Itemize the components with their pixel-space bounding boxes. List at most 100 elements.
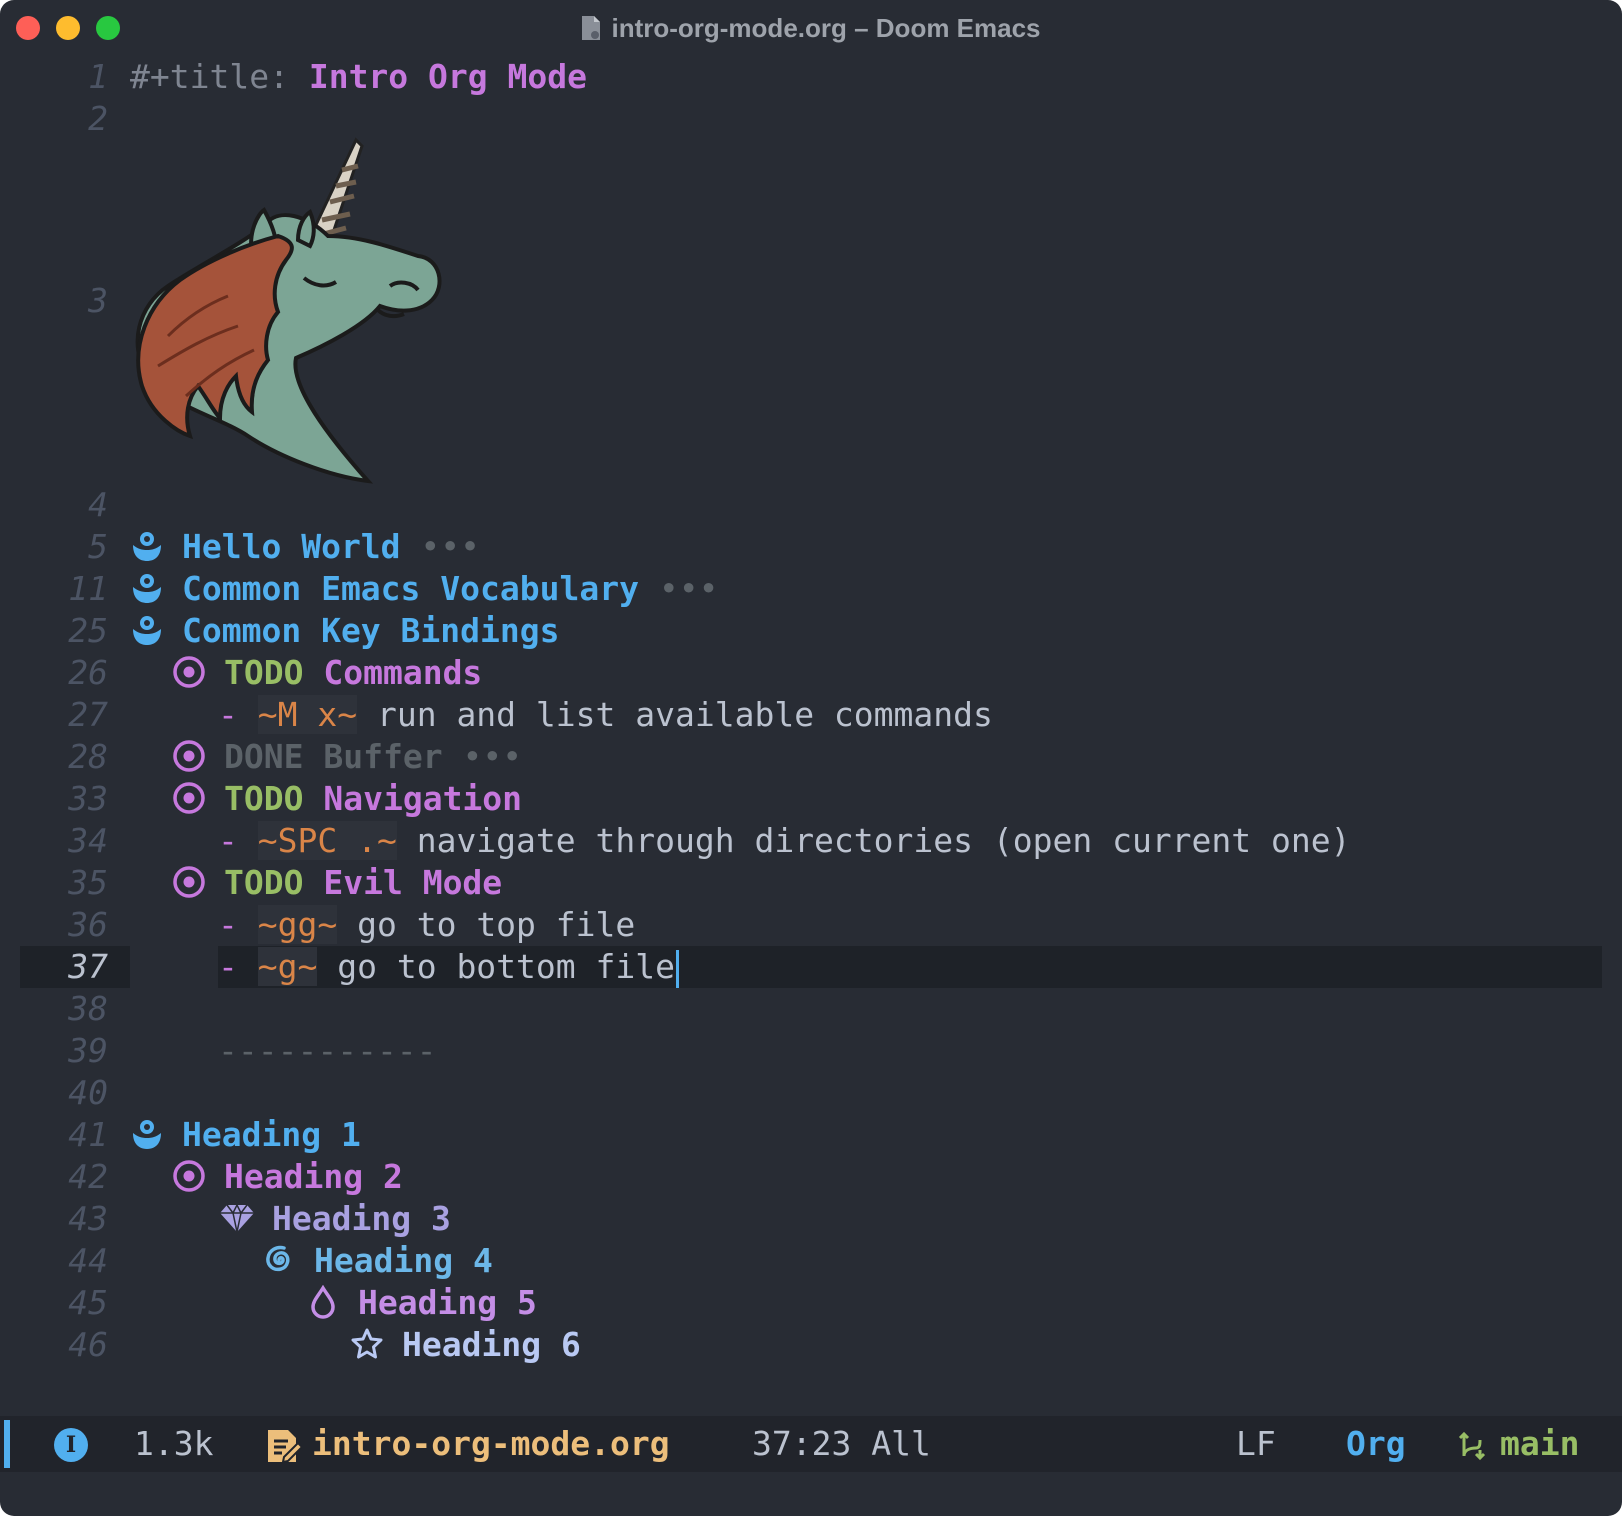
git-branch[interactable]: main	[1500, 1416, 1579, 1472]
line-number: 4	[88, 485, 108, 524]
heading-commands[interactable]: Commands	[323, 653, 482, 692]
line-number: 39	[68, 1031, 108, 1070]
drop-icon	[311, 1284, 335, 1319]
modeline-bar	[4, 1420, 10, 1468]
document-title: Intro Org Mode	[308, 57, 587, 96]
list-bullet: -	[218, 821, 238, 860]
heading-1[interactable]: Heading 1	[182, 1115, 361, 1154]
buffer-line[interactable]: 25 Common Key Bindings	[0, 610, 1622, 652]
fold-ellipsis[interactable]: •••	[462, 737, 522, 776]
h2-bullet-icon	[173, 865, 205, 898]
todo-keyword[interactable]: TODO	[224, 653, 303, 692]
inline-code: ~M x~	[257, 695, 358, 734]
buffer-line[interactable]: 42 Heading 2	[0, 1156, 1622, 1198]
line-number: 26	[68, 653, 108, 692]
heading-evil-mode[interactable]: Evil Mode	[323, 863, 502, 902]
line-number: 42	[68, 1157, 108, 1196]
buffer-line[interactable]: 35 TODO Evil Mode	[0, 862, 1622, 904]
buffer-line[interactable]: 45 Heading 5	[0, 1282, 1622, 1324]
line-number: 38	[68, 989, 108, 1028]
inline-code: ~gg~	[257, 905, 338, 944]
h1-bullet-icon	[133, 531, 161, 561]
minimize-button[interactable]	[56, 16, 80, 40]
h2-bullet-icon	[173, 781, 205, 814]
git-branch-icon	[1458, 1431, 1486, 1461]
heading-4[interactable]: Heading 4	[314, 1241, 493, 1280]
buffer-line[interactable]: 34 - ~SPC .~ navigate through directorie…	[0, 820, 1622, 862]
line-number: 27	[68, 695, 108, 734]
list-bullet: -	[218, 905, 238, 944]
h2-bullet-icon	[173, 1159, 205, 1192]
buffer-line[interactable]: 33 TODO Navigation	[0, 778, 1622, 820]
heading-buffer[interactable]: Buffer	[323, 737, 442, 776]
list-item-text: go to top file	[357, 905, 636, 944]
fold-ellipsis[interactable]: •••	[420, 527, 480, 566]
mode-line: I 1.3k intro-org-mode.org 37:23 All LF O…	[0, 1416, 1622, 1472]
current-buffer-line[interactable]: 37 - ~g~ go to bottom file	[0, 946, 1622, 988]
star-icon	[351, 1328, 383, 1358]
title-bar: intro-org-mode.org – Doom Emacs	[0, 0, 1622, 56]
buffer-line[interactable]: 27 - ~M x~ run and list available comman…	[0, 694, 1622, 736]
buffer-line[interactable]: 39 -----------	[0, 1030, 1622, 1072]
buffer-filename[interactable]: intro-org-mode.org	[312, 1416, 670, 1472]
buffer-line[interactable]: 2	[0, 98, 1622, 140]
buffer-line[interactable]: 5 Hello World •••	[0, 526, 1622, 568]
line-number: 34	[68, 821, 108, 860]
heading-hello-world[interactable]: Hello World	[182, 527, 401, 566]
buffer-line[interactable]: 1 #+title: Intro Org Mode	[0, 56, 1622, 98]
todo-keyword[interactable]: TODO	[224, 779, 303, 818]
buffer-size: 1.3k	[134, 1424, 214, 1463]
window-title-text: intro-org-mode.org – Doom Emacs	[611, 12, 1041, 43]
buffer-line[interactable]: 44 Heading 4	[0, 1240, 1622, 1282]
line-number: 1	[88, 57, 108, 96]
heading-6[interactable]: Heading 6	[402, 1325, 581, 1364]
list-bullet: -	[218, 695, 238, 734]
line-number: 36	[68, 905, 108, 944]
heading-navigation[interactable]: Navigation	[323, 779, 522, 818]
buffer-line[interactable]: 4	[0, 484, 1622, 526]
diamond-icon	[220, 1202, 254, 1232]
info-icon[interactable]: I	[54, 1428, 88, 1462]
close-button[interactable]	[16, 16, 40, 40]
heading-common-key-bindings[interactable]: Common Key Bindings	[182, 611, 560, 650]
h2-bullet-icon	[173, 739, 205, 772]
spiral-icon	[266, 1245, 290, 1271]
done-keyword[interactable]: DONE	[224, 737, 303, 776]
heading-common-emacs-vocabulary[interactable]: Common Emacs Vocabulary	[182, 569, 639, 608]
editor-buffer[interactable]: 1 #+title: Intro Org Mode 2 3 4 5 Hello …	[0, 56, 1622, 1416]
heading-3[interactable]: Heading 3	[272, 1199, 451, 1238]
buffer-line[interactable]: 41 Heading 1	[0, 1114, 1622, 1156]
major-mode[interactable]: Org	[1346, 1416, 1406, 1472]
line-number: 33	[68, 779, 108, 818]
line-number: 35	[68, 863, 108, 902]
h1-bullet-icon	[133, 573, 161, 603]
title-keyword: #+title:	[130, 57, 289, 96]
heading-2[interactable]: Heading 2	[224, 1157, 403, 1196]
traffic-lights	[16, 16, 120, 40]
line-number: 43	[68, 1199, 108, 1238]
buffer-line[interactable]: 26 TODO Commands	[0, 652, 1622, 694]
buffer-line[interactable]: 38	[0, 988, 1622, 1030]
heading-5[interactable]: Heading 5	[358, 1283, 537, 1322]
emacs-window: intro-org-mode.org – Doom Emacs 1 #+titl…	[0, 0, 1622, 1516]
fold-ellipsis[interactable]: •••	[659, 569, 719, 608]
buffer-line[interactable]: 28 DONE Buffer •••	[0, 736, 1622, 778]
line-ending[interactable]: LF	[1236, 1416, 1276, 1472]
text-cursor	[676, 949, 679, 988]
line-number: 46	[68, 1325, 108, 1364]
line-number: 45	[68, 1283, 108, 1322]
buffer-line[interactable]: 43 Heading 3	[0, 1198, 1622, 1240]
buffer-line[interactable]: 46 Heading 6	[0, 1324, 1622, 1366]
inline-code: ~g~	[257, 947, 318, 986]
buffer-line[interactable]: 36 - ~gg~ go to top file	[0, 904, 1622, 946]
maximize-button[interactable]	[96, 16, 120, 40]
list-item-text: run and list available commands	[376, 695, 993, 734]
line-number: 41	[68, 1115, 108, 1154]
inline-code: ~SPC .~	[257, 821, 397, 860]
list-bullet: -	[218, 947, 238, 986]
buffer-line[interactable]: 11 Common Emacs Vocabulary •••	[0, 568, 1622, 610]
line-number: 3	[88, 281, 108, 320]
buffer-line[interactable]: 40	[0, 1072, 1622, 1114]
todo-keyword[interactable]: TODO	[224, 863, 303, 902]
line-number: 5	[88, 527, 108, 566]
